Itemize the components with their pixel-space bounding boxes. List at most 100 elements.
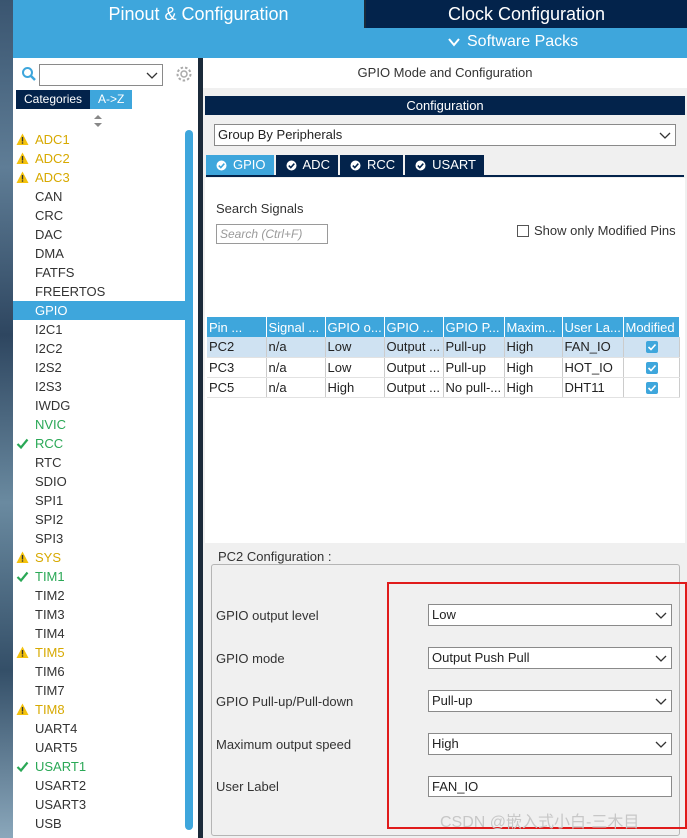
sidebar-item-label: USART3	[35, 797, 87, 812]
sidebar-item-gpio[interactable]: GPIO	[13, 301, 185, 320]
sidebar-item-dma[interactable]: DMA	[13, 244, 185, 263]
sidebar-item-usart3[interactable]: USART3	[13, 795, 185, 814]
column-header[interactable]: Modified	[623, 317, 680, 337]
table-cell: Low	[325, 357, 385, 378]
column-header[interactable]: Maxim...	[504, 317, 563, 337]
modified-cell[interactable]	[623, 377, 680, 398]
sidebar-item-i2c2[interactable]: I2C2	[13, 339, 185, 358]
sidebar-item-adc3[interactable]: ADC3	[13, 168, 185, 187]
table-row[interactable]: PC2 n/a Low Output ... Pull-up High FAN_IO	[207, 337, 680, 358]
sidebar-item-tim4[interactable]: TIM4	[13, 624, 185, 643]
sidebar-item-dac[interactable]: DAC	[13, 225, 185, 244]
sidebar-item-usart2[interactable]: USART2	[13, 776, 185, 795]
sidebar-item-sys[interactable]: SYS	[13, 548, 185, 567]
sidebar-item-label: TIM4	[35, 626, 65, 641]
column-header[interactable]: GPIO P...	[443, 317, 505, 337]
table-row[interactable]: PC5 n/a High Output ... No pull-... High DHT11	[207, 377, 680, 398]
column-header[interactable]: Signal ...	[266, 317, 326, 337]
sidebar-item-usb[interactable]: USB	[13, 814, 185, 833]
sidebar-item-freertos[interactable]: FREERTOS	[13, 282, 185, 301]
sidebar-item-tim3[interactable]: TIM3	[13, 605, 185, 624]
sidebar-item-i2s2[interactable]: I2S2	[13, 358, 185, 377]
tab-rcc[interactable]: RCC	[339, 155, 404, 175]
warning-icon	[16, 703, 29, 715]
sidebar-item-label: CRC	[35, 208, 64, 223]
sidebar-item-rtc[interactable]: RTC	[13, 453, 185, 472]
sidebar-item-tim2[interactable]: TIM2	[13, 586, 185, 605]
tab-a-to-z[interactable]: A->Z	[90, 90, 133, 109]
peripheral-search-combo[interactable]	[39, 64, 163, 86]
sidebar-item-tim5[interactable]: TIM5	[13, 643, 185, 662]
table-cell: PC5	[207, 377, 267, 398]
tab-label: GPIO	[233, 157, 266, 172]
sidebar-item-adc2[interactable]: ADC2	[13, 149, 185, 168]
tab-label: USART	[432, 157, 476, 172]
desktop-background-strip	[0, 0, 13, 838]
sort-arrows-icon[interactable]	[93, 114, 103, 128]
sidebar-item-label: ADC1	[35, 132, 70, 147]
gpio-pull-label: GPIO Pull-up/Pull-down	[216, 694, 354, 709]
sidebar-item-tim1[interactable]: TIM1	[13, 567, 185, 586]
modified-cell[interactable]	[623, 337, 680, 358]
sidebar-item-adc1[interactable]: ADC1	[13, 130, 185, 149]
sidebar-item-can[interactable]: CAN	[13, 187, 185, 206]
table-row[interactable]: PC3 n/a Low Output ... Pull-up High HOT_IO	[207, 357, 680, 378]
modified-cell[interactable]	[623, 357, 680, 378]
check-icon	[16, 571, 29, 583]
sidebar-item-i2s3[interactable]: I2S3	[13, 377, 185, 396]
sidebar-item-spi1[interactable]: SPI1	[13, 491, 185, 510]
column-header[interactable]: Pin ...	[207, 317, 267, 337]
column-header[interactable]: GPIO o...	[325, 317, 385, 337]
chevron-down-icon	[448, 38, 460, 47]
sidebar-item-tim8[interactable]: TIM8	[13, 700, 185, 719]
sidebar-item-i2c1[interactable]: I2C1	[13, 320, 185, 339]
check-circle-icon	[216, 160, 227, 170]
group-by-select[interactable]: Group By Peripherals	[214, 124, 676, 146]
table-cell: Output ...	[384, 357, 444, 378]
sidebar-item-nvic[interactable]: NVIC	[13, 415, 185, 434]
search-signals-input[interactable]: Search (Ctrl+F)	[216, 224, 328, 244]
tab-gpio[interactable]: GPIO	[206, 155, 274, 175]
tab-categories[interactable]: Categories	[16, 90, 91, 109]
tab-pinout-configuration[interactable]: Pinout & Configuration	[13, 0, 364, 28]
sidebar-item-sdio[interactable]: SDIO	[13, 472, 185, 491]
sidebar-item-label: RCC	[35, 436, 64, 451]
table-cell: HOT_IO	[562, 357, 624, 378]
chevron-down-icon	[659, 132, 671, 139]
check-circle-icon	[286, 160, 297, 170]
sidebar-item-label: SPI3	[35, 531, 64, 546]
tab-usart[interactable]: USART	[405, 155, 484, 175]
chevron-down-icon	[146, 72, 158, 79]
sidebar-item-crc[interactable]: CRC	[13, 206, 185, 225]
column-header[interactable]: GPIO ...	[384, 317, 444, 337]
tab-clock-configuration[interactable]: Clock Configuration	[366, 0, 687, 28]
tab-label: RCC	[366, 157, 396, 172]
sidebar-item-usart1[interactable]: USART1	[13, 757, 185, 776]
column-header[interactable]: User La...	[562, 317, 624, 337]
table-cell: n/a	[266, 357, 326, 378]
sidebar-item-label: UART4	[35, 721, 78, 736]
software-packs-menu[interactable]: Software Packs	[447, 33, 578, 51]
sidebar-item-label: I2C2	[35, 341, 63, 356]
tab-adc[interactable]: ADC	[275, 155, 338, 175]
sidebar-item-spi3[interactable]: SPI3	[13, 529, 185, 548]
table-cell: FAN_IO	[562, 337, 624, 358]
sidebar-scrollbar[interactable]	[185, 130, 193, 830]
peripheral-search-row	[17, 62, 192, 86]
check-icon	[16, 761, 29, 773]
sidebar-item-spi2[interactable]: SPI2	[13, 510, 185, 529]
table-cell: High	[504, 377, 563, 398]
gear-icon[interactable]	[175, 65, 193, 83]
sidebar-item-iwdg[interactable]: IWDG	[13, 396, 185, 415]
sidebar-item-tim7[interactable]: TIM7	[13, 681, 185, 700]
checkbox-checked-icon	[646, 341, 658, 354]
sidebar-item-fatfs[interactable]: FATFS	[13, 263, 185, 282]
sidebar-item-label: DMA	[35, 246, 64, 261]
search-icon	[22, 67, 36, 81]
sidebar-item-tim6[interactable]: TIM6	[13, 662, 185, 681]
sidebar-item-rcc[interactable]: RCC	[13, 434, 185, 453]
sidebar-item-uart4[interactable]: UART4	[13, 719, 185, 738]
show-modified-label: Show only Modified Pins	[534, 223, 676, 238]
sidebar-item-uart5[interactable]: UART5	[13, 738, 185, 757]
show-modified-checkbox[interactable]: Show only Modified Pins	[517, 223, 676, 238]
